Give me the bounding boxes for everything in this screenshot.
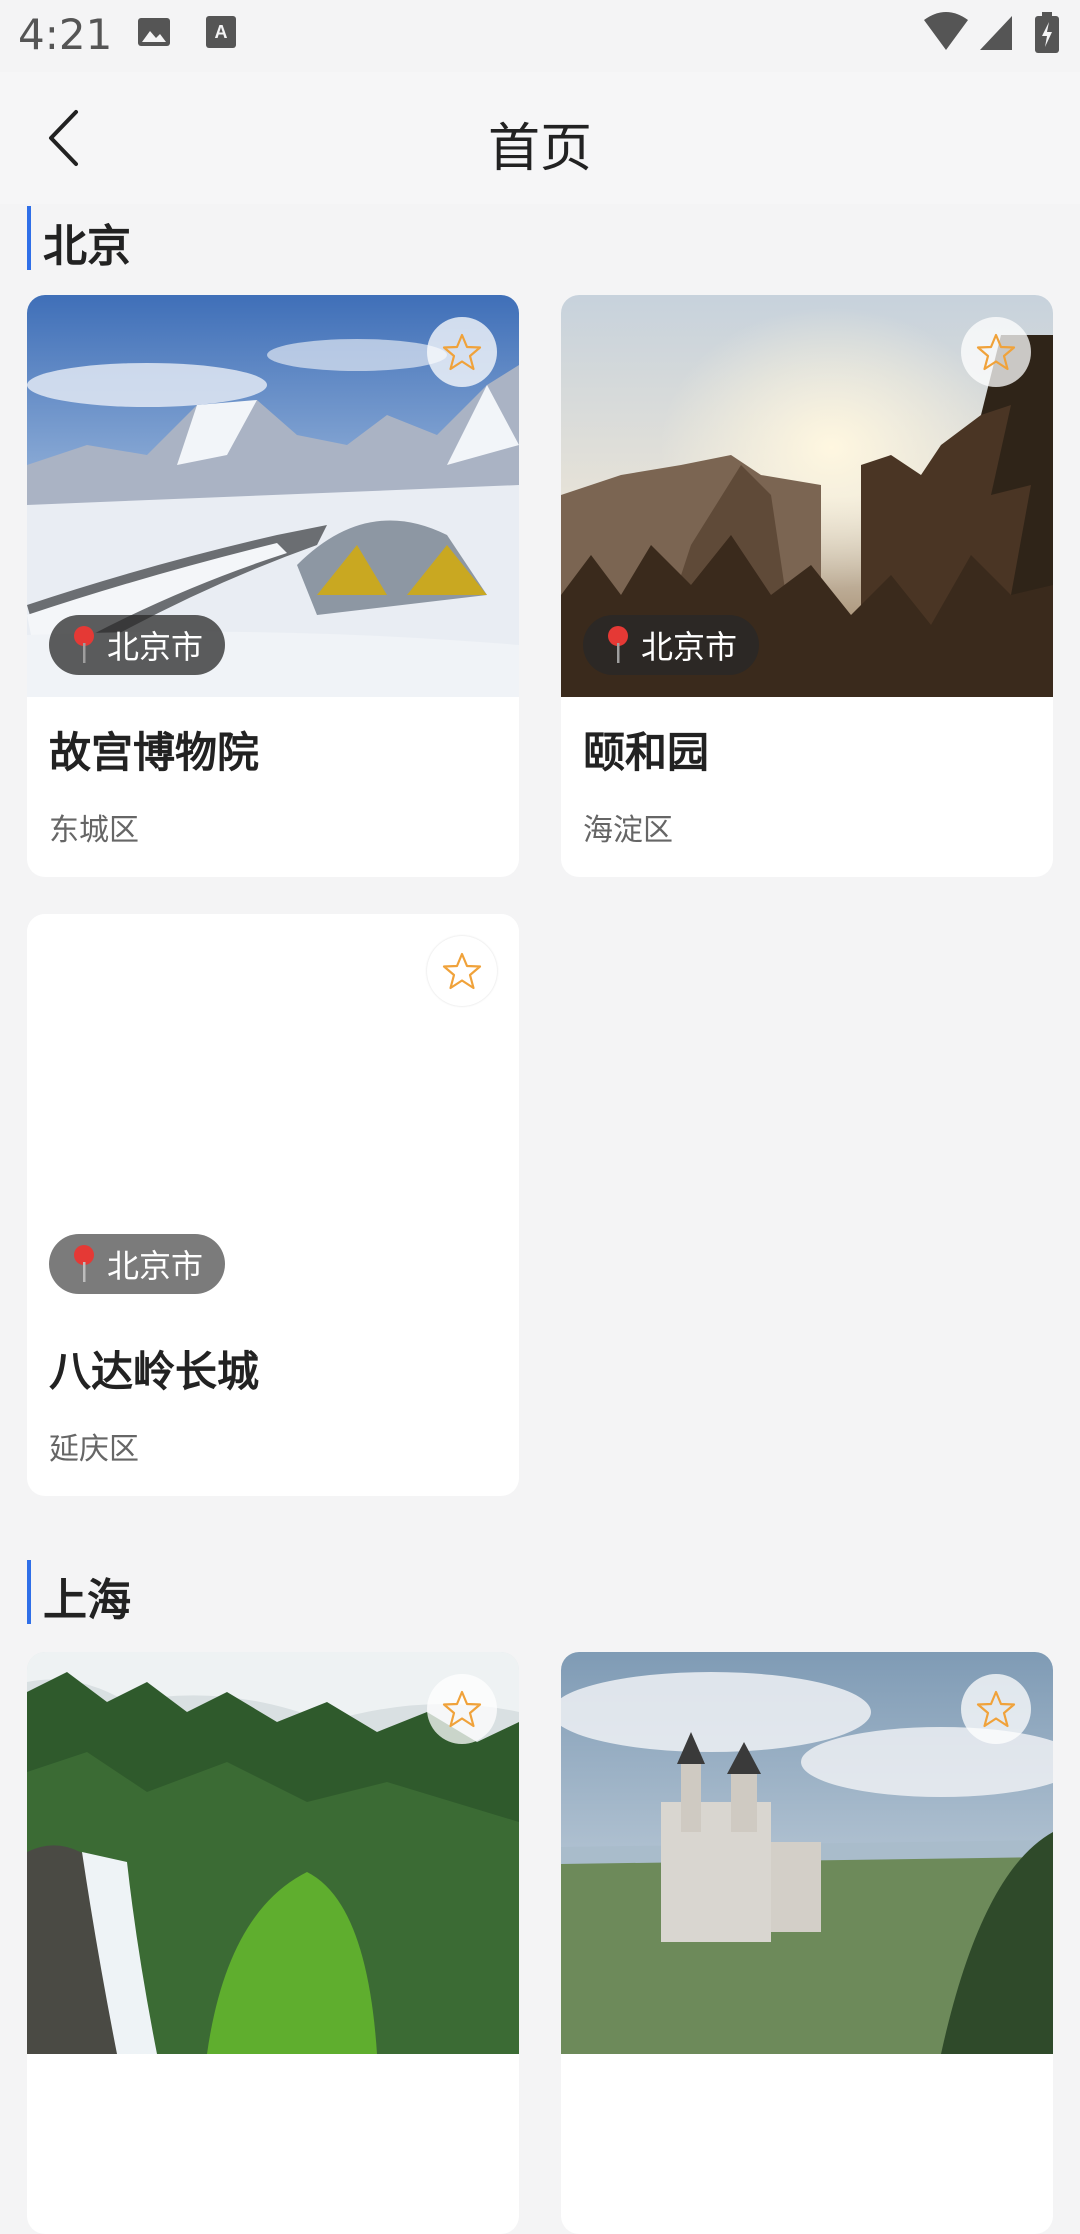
attraction-district: 东城区 [49, 813, 139, 848]
app-bar: 首页 [0, 72, 1080, 204]
attraction-name: 故宫博物院 [49, 728, 260, 777]
location-badge: 北京市 [49, 1234, 226, 1294]
section-accent-bar [27, 1560, 31, 1624]
status-time: 4:21 [18, 10, 113, 59]
section-title: 北京 [43, 221, 131, 272]
location-badge: 北京市 [49, 615, 226, 675]
favorite-button[interactable] [427, 936, 497, 1006]
signal-icon [978, 14, 1014, 56]
attraction-district: 海淀区 [583, 813, 673, 848]
attraction-name: 八达岭长城 [49, 1347, 260, 1396]
wifi-icon [922, 12, 970, 56]
text-a-icon: A [204, 14, 238, 54]
location-city: 北京市 [107, 628, 204, 666]
attraction-card[interactable]: 北京市 八达岭长城 延庆区 [27, 914, 519, 1496]
star-outline-icon [442, 1690, 482, 1728]
location-badge: 北京市 [583, 615, 760, 675]
image-icon [136, 14, 172, 54]
favorite-button[interactable] [427, 317, 497, 387]
star-outline-icon [442, 952, 482, 990]
map-pin-icon [74, 1245, 94, 1282]
map-pin-icon [608, 626, 628, 663]
section-title: 上海 [43, 1575, 131, 1626]
favorite-button[interactable] [961, 317, 1031, 387]
battery-icon [1034, 12, 1060, 58]
map-pin-icon [74, 626, 94, 663]
location-city: 北京市 [641, 628, 738, 666]
status-bar: 4:21 A [0, 0, 1080, 72]
favorite-button[interactable] [961, 1674, 1031, 1744]
favorite-button[interactable] [427, 1674, 497, 1744]
svg-text:A: A [215, 22, 228, 42]
attraction-name: 颐和园 [583, 728, 710, 777]
section-accent-bar [27, 206, 31, 270]
star-outline-icon [976, 1690, 1016, 1728]
attraction-card[interactable]: 北京市 颐和园 海淀区 [561, 295, 1053, 877]
attraction-card[interactable]: 北京市 故宫博物院 东城区 [27, 295, 519, 877]
attraction-card[interactable] [27, 1652, 519, 2234]
attraction-card[interactable] [561, 1652, 1053, 2234]
attraction-district: 延庆区 [49, 1432, 139, 1467]
star-outline-icon [442, 333, 482, 371]
location-city: 北京市 [107, 1247, 204, 1285]
star-outline-icon [976, 333, 1016, 371]
page-title: 首页 [487, 119, 592, 179]
